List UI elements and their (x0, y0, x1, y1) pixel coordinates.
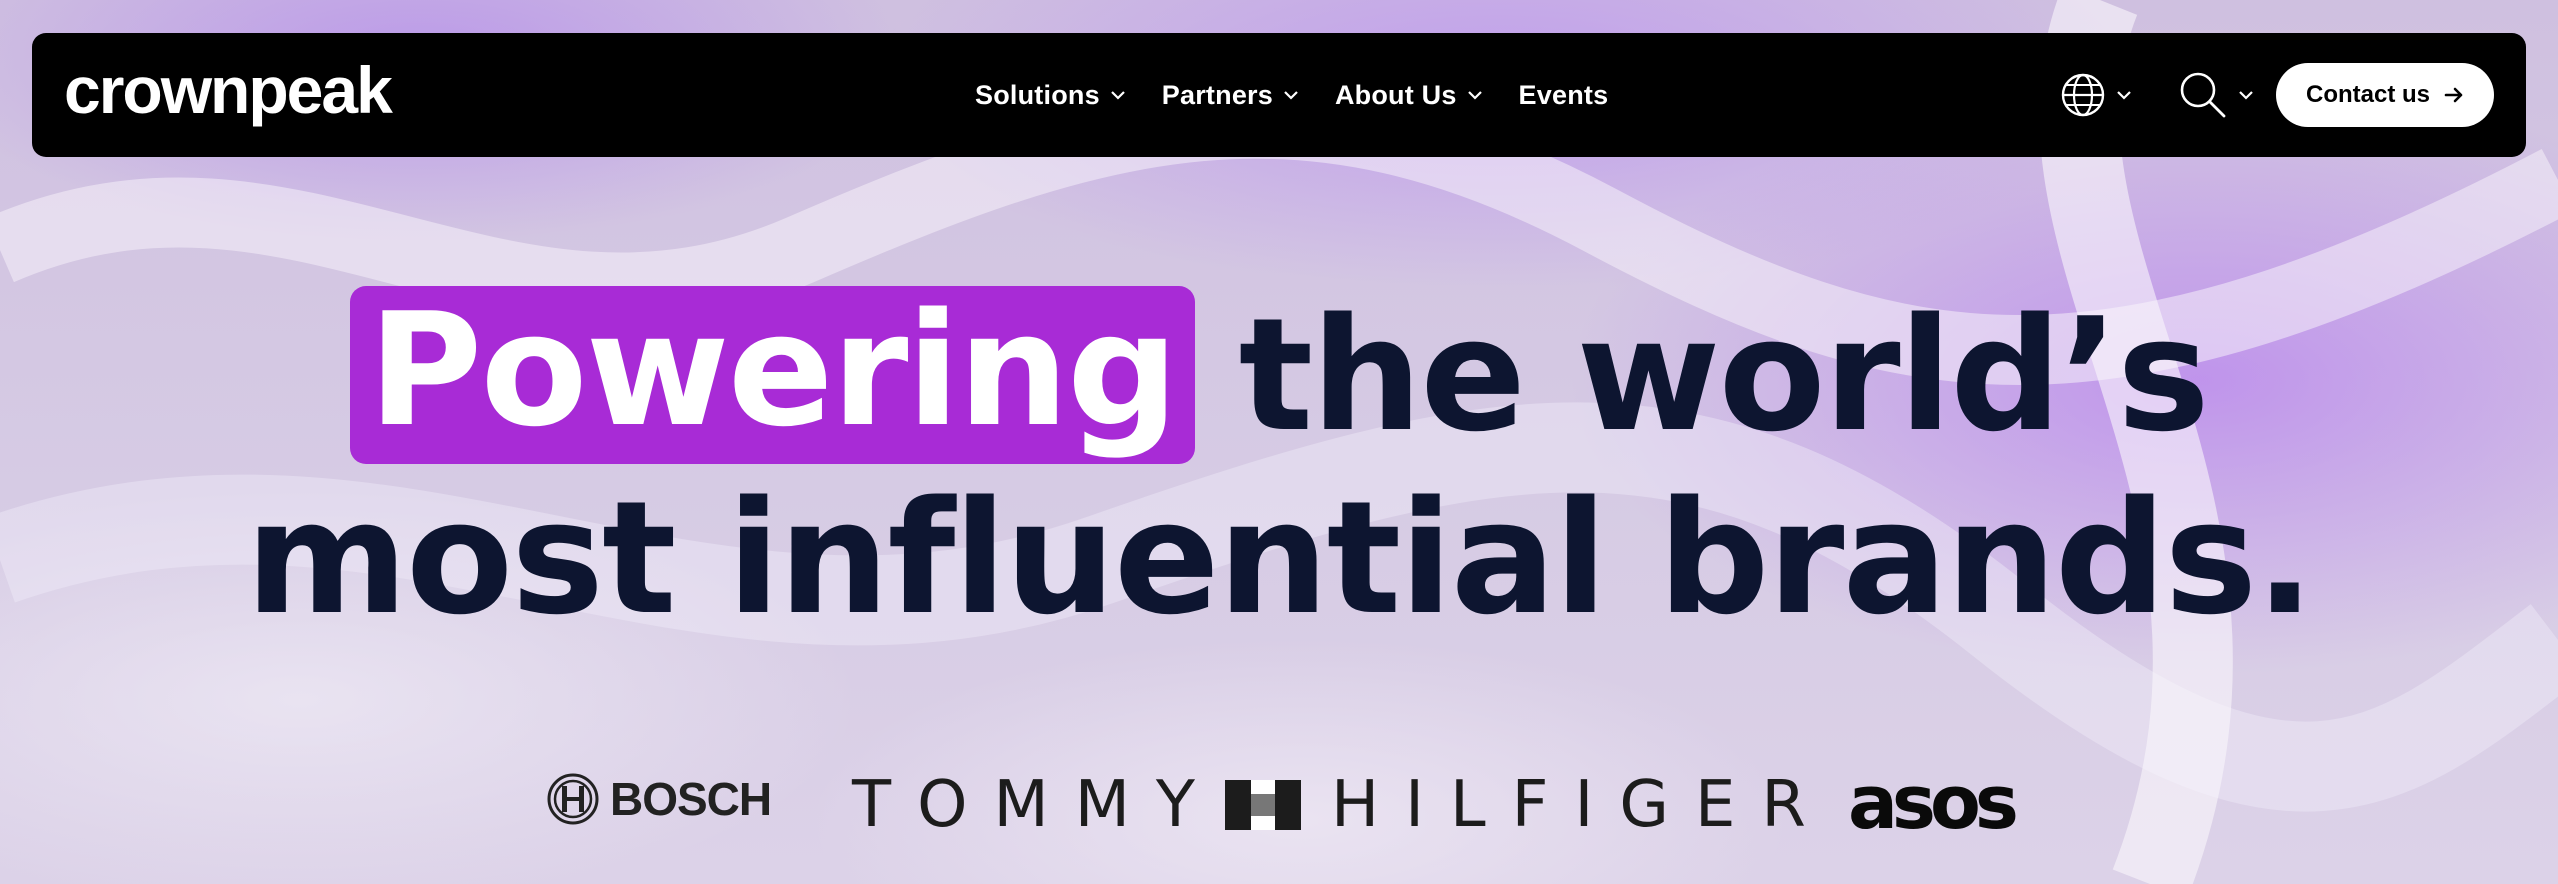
tommy-flag-icon (1225, 780, 1301, 830)
search-toggle[interactable] (2178, 33, 2254, 157)
nav-item-label: About Us (1334, 79, 1457, 110)
asos-logo: asos (1848, 760, 2019, 846)
globe-icon (2061, 73, 2105, 117)
highlight-word: Powering (350, 286, 1195, 464)
nav-item-about-us[interactable]: About Us (1335, 80, 1483, 111)
headline-line-2: most influential brands. (245, 467, 2314, 649)
contact-us-label: Contact us (2305, 81, 2430, 108)
main-nav: Solutions Partners About Us Events (975, 33, 1644, 157)
nav-item-label: Partners (1161, 79, 1273, 110)
nav-item-label: Solutions (975, 79, 1100, 110)
bosch-armature-icon (547, 773, 599, 825)
chevron-down-icon (1111, 91, 1125, 100)
headline-line-1-rest: the world’s (1238, 284, 2210, 466)
contact-us-button[interactable]: Contact us (2276, 63, 2494, 127)
nav-item-events[interactable]: Events (1519, 80, 1609, 111)
nav-item-partners[interactable]: Partners (1162, 80, 1299, 111)
nav-item-solutions[interactable]: Solutions (975, 80, 1126, 111)
client-logos: BOSCH TOMMY HILFIGER asos (0, 760, 2558, 850)
tommy-wordmark: TOMMY (852, 768, 1221, 842)
bosch-wordmark: BOSCH (610, 773, 772, 825)
arrow-right-icon (2444, 87, 2463, 103)
top-navbar: crownpeak Solutions Partners About Us Ev… (32, 33, 2526, 157)
nav-item-label: Events (1518, 79, 1609, 110)
bosch-logo: BOSCH (546, 772, 772, 826)
chevron-down-icon (1284, 91, 1298, 100)
crownpeak-logo[interactable]: crownpeak (64, 53, 484, 139)
hilfiger-wordmark: HILFIGER (1331, 768, 1832, 842)
chevron-down-icon (1467, 91, 1482, 100)
search-icon (2180, 72, 2226, 118)
language-selector[interactable] (2060, 33, 2132, 157)
tommy-hilfiger-logo: TOMMY HILFIGER (852, 768, 1832, 842)
chevron-down-icon (2239, 91, 2253, 100)
svg-text:crownpeak: crownpeak (64, 55, 393, 127)
headline-line-1: Powering the world’s (0, 280, 2558, 470)
chevron-down-icon (2117, 91, 2131, 100)
